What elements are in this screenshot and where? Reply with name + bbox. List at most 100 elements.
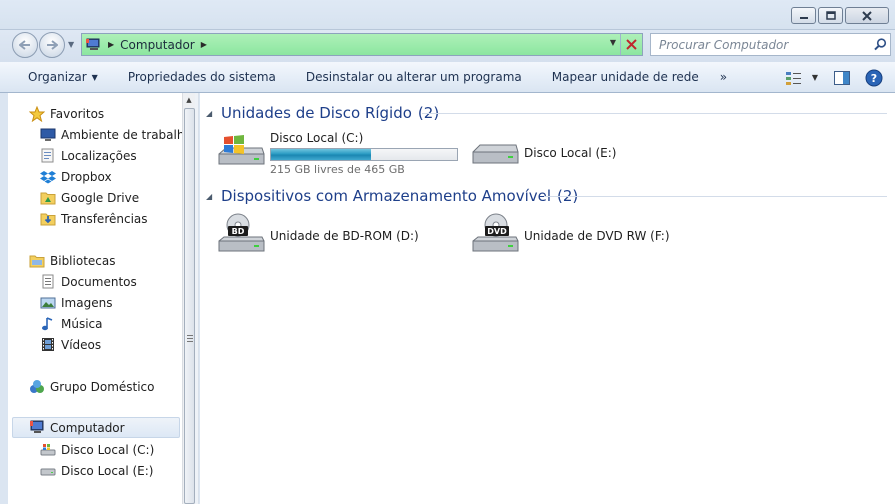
nav-favorites[interactable]: Favoritos xyxy=(28,103,104,124)
nav-homegroup-label: Grupo Doméstico xyxy=(50,379,155,394)
group-title: Unidades de Disco Rígido xyxy=(221,104,412,122)
minimize-button[interactable] xyxy=(791,7,816,24)
nav-item-documents[interactable]: Documentos xyxy=(39,271,137,292)
videos-filmstrip-icon xyxy=(39,337,57,353)
address-dropdown-icon[interactable]: ▼ xyxy=(610,38,616,47)
group-title: Dispositivos com Armazenamento Amovível xyxy=(221,187,552,205)
nav-item-videos[interactable]: Vídeos xyxy=(39,334,101,355)
view-controls: ▼ ? xyxy=(781,62,895,93)
forward-button[interactable] xyxy=(39,32,65,58)
collapse-triangle-icon[interactable]: ◢ xyxy=(206,109,214,118)
homegroup-icon xyxy=(28,379,46,395)
address-row: ▼ ▶ Computador ▶ ▼ xyxy=(0,30,895,62)
navigation-scrollbar[interactable]: ▲ xyxy=(182,93,195,504)
music-note-icon xyxy=(39,316,57,332)
preview-pane-icon xyxy=(834,70,850,85)
scroll-thumb[interactable] xyxy=(184,108,195,504)
bd-rom-drive-icon: BD xyxy=(218,213,265,252)
free-space-text: 215 GB livres de 465 GB xyxy=(270,162,405,176)
preview-pane-button[interactable] xyxy=(829,65,855,91)
nav-item-locations[interactable]: Localizações xyxy=(39,145,137,166)
chevron-down-icon: ▼ xyxy=(91,72,98,82)
nav-libraries[interactable]: Bibliotecas xyxy=(28,250,115,271)
help-icon: ? xyxy=(865,69,883,86)
nav-item-pictures[interactable]: Imagens xyxy=(39,292,112,313)
nav-item-music[interactable]: Música xyxy=(39,313,103,334)
computer-icon xyxy=(28,420,46,436)
pane-splitter[interactable] xyxy=(195,93,199,504)
computer-icon xyxy=(86,38,100,50)
view-options-icon xyxy=(786,71,801,85)
nav-item-label: Imagens xyxy=(61,295,113,310)
svg-text:?: ? xyxy=(871,72,877,85)
windows-hard-drive-icon xyxy=(218,135,265,165)
dvd-drive-icon: DVD xyxy=(472,213,519,252)
nav-item-label: Música xyxy=(61,316,103,331)
group-header-hard-drives[interactable]: ◢ Unidades de Disco Rígido (2) xyxy=(206,102,439,124)
change-view-button[interactable] xyxy=(781,65,807,91)
nav-libraries-label: Bibliotecas xyxy=(50,253,116,268)
libraries-icon xyxy=(28,253,46,269)
svg-text:BD: BD xyxy=(232,227,245,236)
nav-item-google-drive[interactable]: Google Drive xyxy=(39,187,139,208)
organize-button[interactable]: Organizar ▼ xyxy=(0,62,113,93)
scroll-up-icon[interactable]: ▲ xyxy=(183,93,195,107)
group-divider xyxy=(422,113,887,114)
nav-item-disk-e[interactable]: Disco Local (E:) xyxy=(39,460,153,481)
nav-item-downloads[interactable]: Transferências xyxy=(39,208,148,229)
drive-item-c[interactable]: Disco Local (C:) 215 GB livres de 465 GB xyxy=(216,130,458,176)
nav-computer[interactable]: Computador xyxy=(12,417,180,438)
nav-item-label: Disco Local (E:) xyxy=(61,463,154,478)
nav-homegroup[interactable]: Grupo Doméstico xyxy=(28,376,155,397)
map-network-drive-button[interactable]: Mapear unidade de rede xyxy=(537,62,714,93)
drive-name: Disco Local (E:) xyxy=(524,146,617,160)
star-icon xyxy=(28,105,46,122)
dropbox-icon xyxy=(39,169,57,185)
usage-bar xyxy=(270,147,458,161)
collapse-triangle-icon[interactable]: ◢ xyxy=(206,192,214,201)
search-icon[interactable] xyxy=(870,38,890,51)
pictures-icon xyxy=(39,295,57,311)
address-bar[interactable]: ▶ Computador ▶ ▼ xyxy=(81,33,643,56)
close-button[interactable] xyxy=(845,7,889,24)
drive-item-e[interactable]: Disco Local (E:) xyxy=(470,130,616,176)
forward-arrow-icon xyxy=(47,40,58,50)
back-button[interactable] xyxy=(12,32,38,58)
stop-icon xyxy=(626,39,637,50)
title-bar xyxy=(0,0,895,30)
nav-item-desktop[interactable]: Ambiente de trabalho xyxy=(39,124,182,145)
maximize-button[interactable] xyxy=(818,7,843,24)
drive-item-f[interactable]: DVD Unidade de DVD RW (F:) xyxy=(470,213,670,259)
uninstall-program-button[interactable]: Desinstalar ou alterar um programa xyxy=(291,62,537,93)
nav-item-dropbox[interactable]: Dropbox xyxy=(39,166,112,187)
nav-item-label: Documentos xyxy=(61,274,137,289)
nav-item-label: Disco Local (C:) xyxy=(61,442,155,457)
search-box xyxy=(650,33,891,56)
more-commands-button[interactable]: » xyxy=(714,70,733,84)
breadcrumb-arrow-icon[interactable]: ▶ xyxy=(108,40,114,49)
drive-name: Unidade de DVD RW (F:) xyxy=(524,229,670,243)
breadcrumb-computer[interactable]: Computador xyxy=(120,38,195,52)
group-header-removable[interactable]: ◢ Dispositivos com Armazenamento Amovíve… xyxy=(206,185,578,207)
drive-item-d[interactable]: BD Unidade de BD-ROM (D:) xyxy=(216,213,419,259)
view-dropdown-icon[interactable]: ▼ xyxy=(807,65,823,91)
drive-name: Unidade de BD-ROM (D:) xyxy=(270,229,419,243)
breadcrumb-arrow-icon[interactable]: ▶ xyxy=(201,40,207,49)
nav-item-label: Ambiente de trabalho xyxy=(61,127,182,142)
maximize-icon xyxy=(825,11,836,20)
scroll-grip-icon xyxy=(187,335,193,343)
nav-item-label: Vídeos xyxy=(61,337,102,352)
desktop-icon xyxy=(39,127,57,143)
content-pane: ◢ Unidades de Disco Rígido (2) Disco Loc… xyxy=(200,93,895,504)
search-input[interactable] xyxy=(651,34,870,55)
svg-text:DVD: DVD xyxy=(487,227,507,236)
nav-item-disk-c[interactable]: Disco Local (C:) xyxy=(39,439,154,460)
system-properties-button[interactable]: Propriedades do sistema xyxy=(113,62,291,93)
help-button[interactable]: ? xyxy=(861,65,887,91)
hard-drive-icon xyxy=(39,463,57,479)
drive-name: Disco Local (C:) xyxy=(270,130,364,145)
hard-drive-icon xyxy=(472,144,519,164)
recent-pages-dropdown[interactable]: ▼ xyxy=(68,40,74,49)
command-bar: Organizar ▼ Propriedades do sistema Desin… xyxy=(0,62,895,93)
stop-button[interactable] xyxy=(620,34,642,55)
